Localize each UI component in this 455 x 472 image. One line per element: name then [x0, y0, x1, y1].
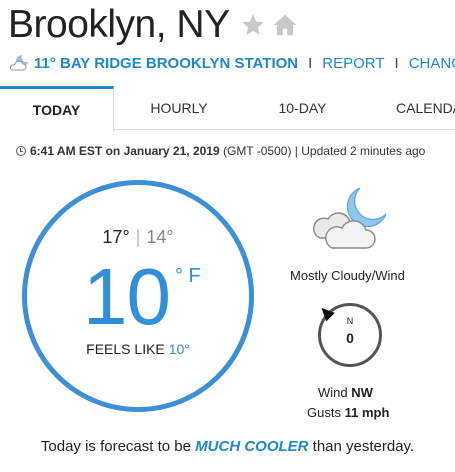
forecast-prefix: Today is forecast to be	[40, 438, 191, 455]
feels-like-value: 10°	[168, 341, 190, 357]
partly-cloudy-night-icon	[8, 54, 30, 72]
low-temp: 14°	[146, 227, 174, 247]
location-header: Brooklyn, NY	[8, 2, 298, 48]
forecast-tabs: TODAY HOURLY 10-DAY CALENDA	[0, 86, 455, 131]
tab-10-day[interactable]: 10-DAY	[245, 86, 360, 130]
clock-icon	[16, 146, 26, 156]
separator: I	[308, 54, 313, 72]
forecast-summary: Today is forecast to be MUCH COOLER than…	[0, 438, 455, 455]
station-bar: 11° BAY RIDGE BROOKLYN STATION I REPORT …	[8, 52, 455, 74]
forecast-suffix: than yesterday.	[312, 438, 415, 455]
timezone: (GMT -0500)	[222, 144, 292, 158]
mostly-cloudy-night-icon	[308, 186, 390, 252]
report-link[interactable]: REPORT	[322, 55, 384, 72]
current-temperature-dial: 17° | 14° 10 ° F FEELS LIKE 10°	[22, 180, 254, 412]
change-station-link[interactable]: CHANG	[409, 55, 455, 72]
wind-label: Wind NW	[318, 385, 373, 400]
feels-like-label: FEELS LIKE	[86, 341, 165, 357]
gusts-label: Gusts 11 mph	[307, 405, 389, 420]
gusts-prefix: Gusts	[307, 405, 341, 420]
wind-speed: 0	[346, 330, 354, 346]
page-title: Brooklyn, NY	[8, 3, 230, 46]
current-temp: 10	[83, 252, 171, 341]
gusts-value: 11 mph	[344, 405, 390, 420]
high-temp: 17°	[102, 227, 130, 247]
tab-hourly[interactable]: HOURLY	[120, 86, 238, 130]
feels-like: FEELS LIKE 10°	[27, 341, 249, 357]
station-name-link[interactable]: 11° BAY RIDGE BROOKLYN STATION	[34, 55, 298, 72]
temp-unit-toggle[interactable]: ° F	[175, 265, 201, 288]
tab-today[interactable]: TODAY	[0, 86, 114, 131]
tab-calendar[interactable]: CALENDA	[362, 86, 455, 130]
separator: I	[394, 54, 399, 72]
forecast-emphasis: MUCH COOLER	[195, 438, 309, 455]
updated-ago: Updated 2 minutes ago	[301, 144, 426, 158]
condition-text: Mostly Cloudy/Wind	[290, 268, 405, 283]
high-low-temps: 17° | 14°	[27, 227, 249, 248]
favorite-star-icon[interactable]	[240, 12, 266, 38]
hilo-divider: |	[135, 227, 141, 247]
wind-label-prefix: Wind	[318, 385, 348, 400]
separator: |	[291, 144, 302, 158]
wind-direction: NW	[351, 385, 373, 400]
home-icon[interactable]	[272, 12, 298, 38]
update-timestamp: 6:41 AM EST on January 21, 2019 (GMT -05…	[16, 144, 425, 158]
observation-time: 6:41 AM EST on January 21, 2019	[30, 144, 220, 158]
